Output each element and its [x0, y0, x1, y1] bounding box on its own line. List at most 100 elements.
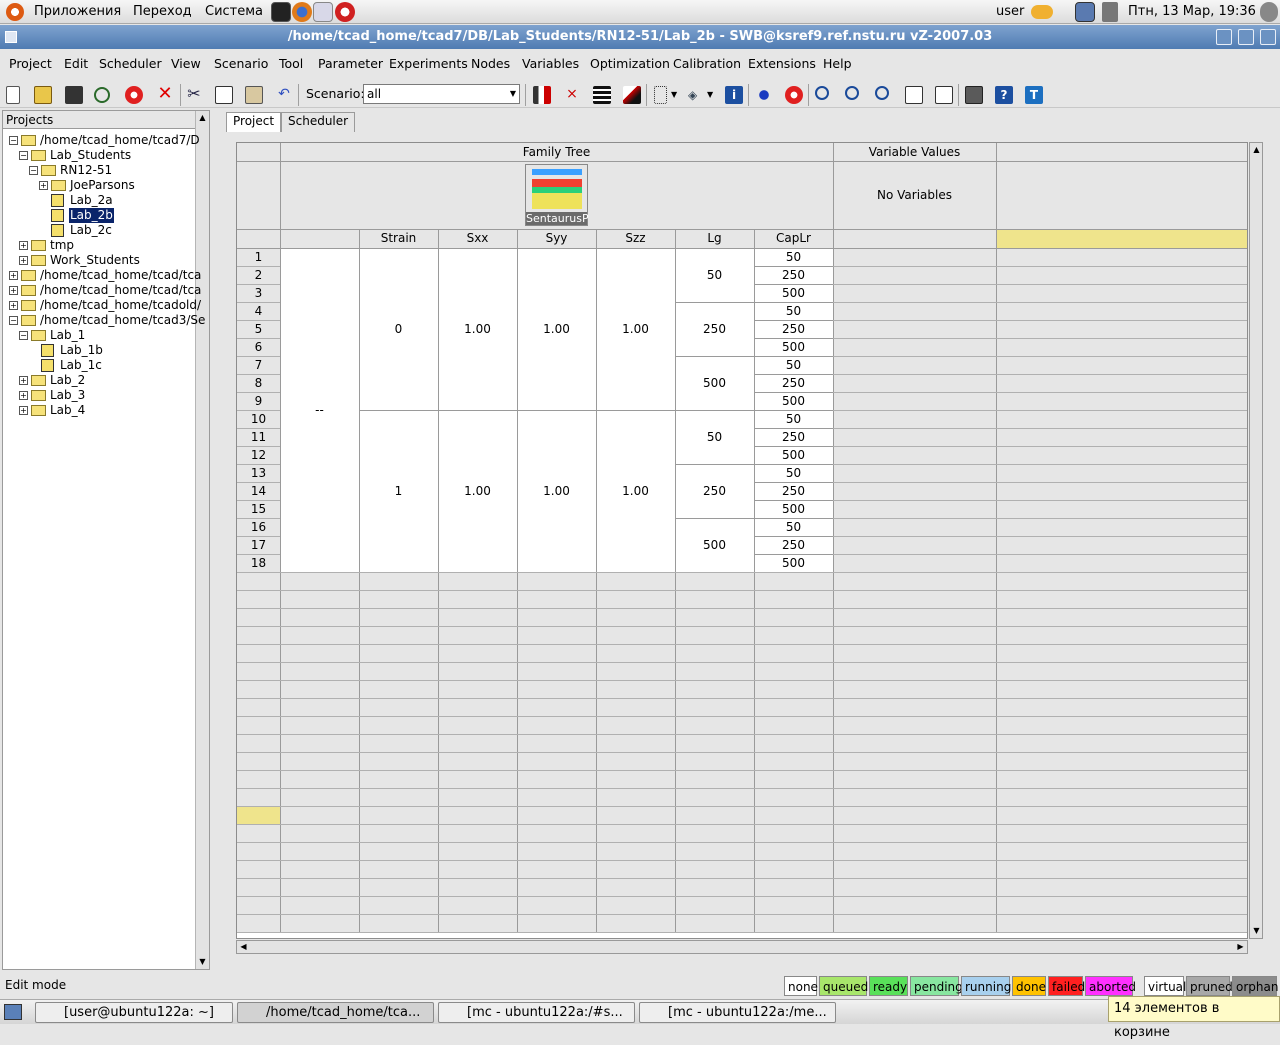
tree-node[interactable]: + /home/tcad_home/tcadold/ [3, 298, 201, 313]
zoom-out-icon[interactable] [845, 86, 859, 100]
caplr-node[interactable]: 500 [754, 392, 833, 410]
row-number[interactable]: 9 [237, 392, 280, 410]
tree-node[interactable]: − RN12-51 [3, 163, 195, 178]
menu-edit[interactable]: Edit [64, 56, 88, 71]
scroll-up-icon[interactable]: ▲ [196, 111, 209, 125]
menu-nodes[interactable]: Nodes [471, 56, 510, 71]
caplr-node[interactable]: 250 [754, 482, 833, 500]
expand-toggle-icon[interactable]: + [19, 256, 28, 265]
row-number[interactable] [237, 860, 280, 878]
task-mc-1[interactable]: [mc - ubuntu122a:/#s... [438, 1002, 635, 1023]
expand-toggle-icon[interactable]: + [19, 376, 28, 385]
sxx-node[interactable]: 1.00 [438, 410, 517, 572]
expand-toggle-icon[interactable]: − [9, 316, 18, 325]
expand-toggle-icon[interactable]: + [9, 286, 18, 295]
remove-experiment-icon[interactable]: ⨯ [563, 86, 581, 104]
row-number[interactable] [237, 572, 280, 590]
scroll-down-icon[interactable]: ▼ [1250, 924, 1263, 938]
caplr-node[interactable]: 500 [754, 284, 833, 302]
syy-node[interactable]: 1.00 [517, 248, 596, 410]
expand-toggle-icon[interactable]: − [29, 166, 38, 175]
text-icon[interactable]: T [1025, 86, 1043, 104]
root-node[interactable]: -- [280, 248, 359, 572]
row-number[interactable] [237, 878, 280, 896]
row-number[interactable]: 5 [237, 320, 280, 338]
expand-toggle-icon[interactable]: + [19, 241, 28, 250]
filter-icon[interactable]: ◈ [688, 86, 706, 104]
refresh-icon[interactable] [94, 87, 110, 103]
lg-node[interactable]: 250 [675, 302, 754, 356]
row-number[interactable]: 17 [237, 536, 280, 554]
scroll-left-icon[interactable]: ◀ [237, 941, 250, 953]
minimize-button[interactable] [1216, 29, 1232, 45]
row-number[interactable]: 3 [237, 284, 280, 302]
expand-toggle-icon[interactable]: − [19, 331, 28, 340]
menu-help[interactable]: Help [823, 56, 852, 71]
scroll-right-icon[interactable]: ▶ [1234, 941, 1247, 953]
highlight-cell[interactable] [996, 229, 1247, 248]
terminal-icon[interactable] [965, 86, 983, 104]
row-number[interactable] [237, 842, 280, 860]
volume-icon[interactable] [1102, 2, 1118, 22]
row-number[interactable]: 2 [237, 266, 280, 284]
terminal-icon[interactable] [271, 2, 291, 22]
window-menu-icon[interactable] [5, 31, 17, 43]
tree-node[interactable]: + Lab_4 [3, 403, 195, 418]
row-number[interactable] [237, 896, 280, 914]
row-number[interactable]: 10 [237, 410, 280, 428]
caplr-node[interactable]: 250 [754, 374, 833, 392]
syy-node[interactable]: 1.00 [517, 410, 596, 572]
split-icon[interactable] [623, 86, 641, 104]
tree-node[interactable]: − Lab_Students [3, 148, 195, 163]
tree-node[interactable]: Lab_2b [3, 208, 195, 223]
row-number[interactable]: 18 [237, 554, 280, 572]
expand-toggle-icon[interactable]: + [19, 406, 28, 415]
tab-project[interactable]: Project [226, 112, 282, 132]
column-header-lg[interactable]: Lg [675, 229, 754, 248]
menu-project[interactable]: Project [9, 56, 52, 71]
help-icon[interactable] [335, 2, 355, 22]
table-rows-icon[interactable] [593, 86, 611, 104]
undo-icon[interactable]: ↶ [275, 86, 293, 104]
chevron-down-icon[interactable]: ▼ [707, 86, 725, 104]
table-vscrollbar[interactable]: ▲ ▼ [1249, 142, 1263, 939]
delete-icon[interactable]: ✕ [156, 85, 174, 104]
column-header-sxx[interactable]: Sxx [438, 229, 517, 248]
row-number[interactable]: 7 [237, 356, 280, 374]
menu-calibration[interactable]: Calibration [673, 56, 741, 71]
stop-icon[interactable] [125, 86, 143, 104]
row-number[interactable] [237, 626, 280, 644]
column-header-strain[interactable]: Strain [359, 229, 438, 248]
sxx-node[interactable]: 1.00 [438, 248, 517, 410]
row-number[interactable] [237, 608, 280, 626]
menu-extensions[interactable]: Extensions [748, 56, 816, 71]
window-titlebar[interactable]: /home/tcad_home/tcad7/DB/Lab_Students/RN… [0, 25, 1280, 49]
tree-node[interactable]: + tmp [3, 238, 195, 253]
power-icon[interactable] [1260, 2, 1278, 22]
task-terminal[interactable]: [user@ubuntu122a: ~] [35, 1002, 233, 1023]
row-number[interactable] [237, 788, 280, 806]
lg-node[interactable]: 500 [675, 356, 754, 410]
close-button[interactable] [1260, 29, 1276, 45]
run-icon[interactable] [755, 86, 773, 104]
caplr-node[interactable]: 50 [754, 410, 833, 428]
lg-node[interactable]: 250 [675, 464, 754, 518]
info-icon[interactable]: i [725, 86, 743, 104]
menu-scheduler[interactable]: Scheduler [99, 56, 162, 71]
task-mc-2[interactable]: [mc - ubuntu122a:/me... [639, 1002, 836, 1023]
menu-parameter[interactable]: Parameter [318, 56, 383, 71]
column-header-caplr[interactable]: CapLr [754, 229, 833, 248]
show-desktop-icon[interactable] [4, 1004, 22, 1020]
system-menu[interactable]: Система [205, 4, 263, 19]
caplr-node[interactable]: 250 [754, 536, 833, 554]
caplr-node[interactable]: 50 [754, 464, 833, 482]
tree-node[interactable]: + Lab_2 [3, 373, 195, 388]
row-number[interactable] [237, 590, 280, 608]
scroll-down-icon[interactable]: ▼ [196, 955, 209, 969]
expand-toggle-icon[interactable]: − [19, 151, 28, 160]
scroll-up-icon[interactable]: ▲ [1250, 143, 1263, 157]
menu-view[interactable]: View [171, 56, 201, 71]
caplr-node[interactable]: 50 [754, 356, 833, 374]
caplr-node[interactable]: 50 [754, 302, 833, 320]
row-number[interactable]: 14 [237, 482, 280, 500]
